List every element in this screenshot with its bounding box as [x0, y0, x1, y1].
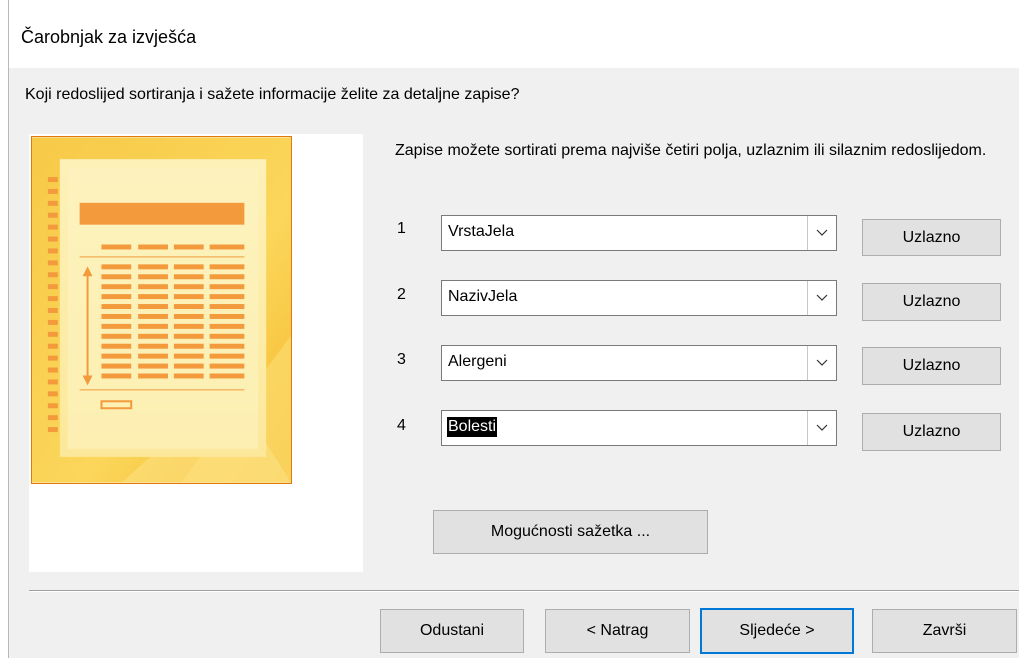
sort-field-1-value: VrstaJela	[448, 223, 515, 240]
sort-field-3-combo[interactable]: Alergeni	[441, 345, 837, 381]
footer-divider-highlight	[29, 591, 1019, 592]
background-window-edge	[0, 0, 9, 658]
chevron-down-icon[interactable]	[807, 281, 836, 315]
sort-field-4-value: Bolesti	[447, 417, 498, 437]
sort-field-3-value: Alergeni	[448, 353, 507, 370]
finish-button[interactable]: Završi	[872, 609, 1017, 653]
sort-row-3-number: 3	[397, 351, 406, 368]
sort-order-3-button[interactable]: Uzlazno	[862, 347, 1001, 385]
back-button[interactable]: < Natrag	[545, 609, 690, 653]
preview-panel	[29, 134, 363, 572]
report-preview-illustration	[31, 136, 292, 484]
wizard-question: Koji redoslijed sortiranja i sažete info…	[25, 86, 520, 103]
summary-options-button[interactable]: Mogućnosti sažetka ...	[433, 510, 708, 554]
dialog-title: Čarobnjak za izvješća	[21, 27, 197, 47]
chevron-down-icon[interactable]	[807, 346, 836, 380]
next-button[interactable]: Sljedeće >	[700, 608, 854, 654]
chevron-down-icon[interactable]	[807, 216, 836, 250]
sort-row-4-number: 4	[397, 417, 406, 434]
sort-field-2-value: NazivJela	[448, 288, 518, 305]
sort-instructions: Zapise možete sortirati prema najviše če…	[395, 142, 987, 159]
sort-order-1-button[interactable]: Uzlazno	[862, 219, 1001, 256]
sort-row-2-number: 2	[397, 286, 406, 303]
report-wizard-dialog: Čarobnjak za izvješća Koji redoslijed so…	[9, 0, 1019, 658]
sort-order-2-button[interactable]: Uzlazno	[862, 283, 1001, 321]
sort-field-2-combo[interactable]: NazivJela	[441, 280, 837, 316]
sort-row-1-number: 1	[397, 220, 406, 237]
sort-field-1-combo[interactable]: VrstaJela	[441, 215, 837, 251]
sort-field-4-combo[interactable]: Bolesti	[441, 410, 837, 446]
title-bar: Čarobnjak za izvješća	[9, 0, 1019, 68]
cancel-button[interactable]: Odustani	[380, 609, 524, 653]
sort-order-4-button[interactable]: Uzlazno	[862, 413, 1001, 451]
chevron-down-icon[interactable]	[807, 411, 836, 445]
